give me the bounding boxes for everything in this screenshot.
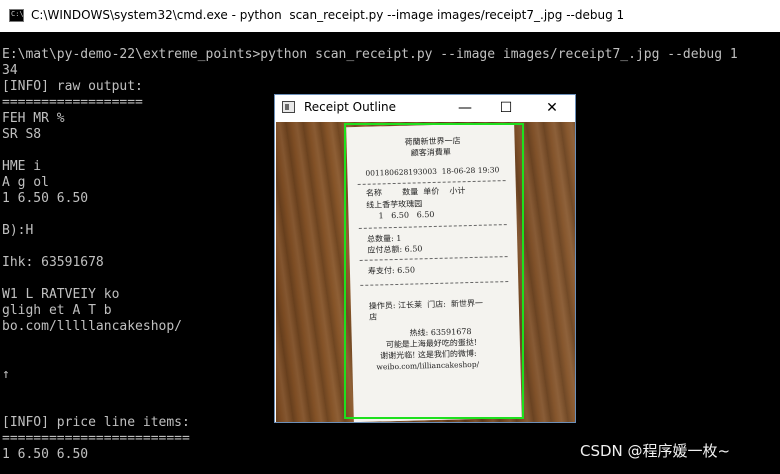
console-line: 1 6.50 6.50 (2, 447, 89, 462)
receipt-outline-box (344, 123, 524, 419)
csdn-watermark: CSDN @程序媛一枚~ (580, 442, 731, 460)
receipt-photo: 荷蘭新世界一店 顧客消費單 001180628193003 18-06-28 1… (276, 122, 575, 422)
console-line: W1 L RATVEIY ko (2, 287, 120, 302)
console-line: Ihk: 63591678 (2, 255, 104, 270)
close-button[interactable]: ✕ (541, 98, 563, 118)
console-line: ↑ (2, 367, 10, 382)
cmd-app-icon[interactable]: C:\ (9, 9, 24, 22)
console-line: ================== (2, 95, 143, 110)
console-line: 1 6.50 6.50 (2, 191, 89, 206)
console-line: FEH MR % (2, 111, 65, 126)
console-line: HME i (2, 159, 42, 174)
maximize-button[interactable]: ☐ (495, 98, 517, 118)
console-line: E:\mat\py-demo-22\extreme_points>python … (2, 47, 738, 62)
receipt-outline-window[interactable]: Receipt Outline — ☐ ✕ 荷蘭新世界一店 顧客消費單 0011… (274, 94, 576, 423)
console-line: B):H (2, 223, 34, 238)
cmd-window-title: C:\WINDOWS\system32\cmd.exe - python sca… (31, 8, 625, 22)
console-line: ======================== (2, 431, 190, 446)
image-window-title: Receipt Outline (304, 100, 397, 114)
console-line: [INFO] price line items: (2, 415, 190, 430)
image-window-title-bar[interactable]: Receipt Outline — ☐ ✕ (275, 95, 575, 121)
cmd-title-bar[interactable]: C:\ C:\WINDOWS\system32\cmd.exe - python… (0, 0, 780, 32)
minimize-button[interactable]: — (454, 98, 476, 118)
console-line: A g ol (2, 175, 49, 190)
window-app-icon (282, 101, 295, 113)
console-line: gligh et A T b (2, 303, 112, 318)
console-line: SR S8 (2, 127, 42, 142)
console-line: bo.com/lllllancakeshop/ (2, 319, 183, 334)
console-line: 34 (2, 63, 18, 78)
console-line: [INFO] raw output: (2, 79, 143, 94)
